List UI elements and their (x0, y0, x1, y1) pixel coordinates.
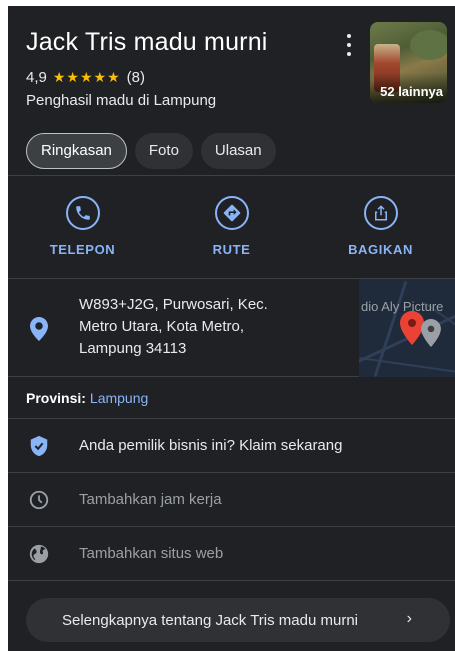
province-key: Provinsi: (26, 389, 86, 406)
add-website-text: Tambahkan situs web (79, 545, 224, 562)
province-row: Provinsi: Lampung (8, 377, 455, 419)
map-pin-gray-icon (421, 319, 441, 347)
clock-icon (28, 489, 50, 511)
verified-shield-icon (28, 435, 50, 457)
call-button[interactable]: TELEPON (8, 176, 157, 278)
photo-thumbnail[interactable]: 52 lainnya (370, 22, 447, 103)
location-pin-icon (30, 317, 48, 346)
claim-business-row[interactable]: Anda pemilik bisnis ini? Klaim sekarang (8, 419, 455, 473)
share-label: BAGIKAN (348, 242, 413, 257)
phone-icon (65, 196, 100, 230)
tab-ringkasan[interactable]: Ringkasan (26, 132, 127, 169)
tab-bar: Ringkasan Foto Ulasan (8, 126, 455, 176)
add-hours-row[interactable]: Tambahkan jam kerja (8, 473, 455, 527)
tab-ulasan[interactable]: Ulasan (200, 132, 276, 169)
address-line: Metro Utara, Kota Metro, (79, 318, 245, 335)
rating-stars: ★★★★★ (52, 69, 121, 85)
add-website-row[interactable]: Tambahkan situs web (8, 527, 455, 581)
add-hours-text: Tambahkan jam kerja (79, 491, 222, 508)
more-about-label: Selengkapnya tentang Jack Tris madu murn… (62, 611, 358, 629)
address-line: W893+J2G, Purwosari, Kec. (79, 296, 268, 313)
review-count: (8) (126, 69, 145, 86)
claim-business-text: Anda pemilik bisnis ini? Klaim sekarang (79, 437, 343, 454)
share-icon (363, 196, 398, 230)
call-label: TELEPON (49, 242, 116, 257)
more-options-icon[interactable] (341, 34, 357, 56)
province-link[interactable]: Lampung (90, 390, 148, 406)
rating-value: 4,9 (26, 69, 47, 86)
address-line: Lampung 34113 (79, 340, 187, 357)
directions-button[interactable]: RUTE (157, 176, 306, 278)
map-thumbnail[interactable]: dio Aly Picture (359, 279, 455, 377)
chevron-right-icon: › (406, 610, 412, 627)
address-text: W893+J2G, Purwosari, Kec. Metro Utara, K… (79, 294, 339, 360)
place-header: Jack Tris madu murni 4,9 ★★★★★ (8) Pengh… (8, 6, 455, 126)
share-button[interactable]: BAGIKAN (306, 176, 455, 278)
directions-label: RUTE (212, 242, 251, 257)
directions-icon (214, 196, 249, 230)
globe-icon (28, 543, 50, 565)
place-panel: Jack Tris madu murni 4,9 ★★★★★ (8) Pengh… (8, 6, 455, 651)
action-bar: TELEPON RUTE BAGIKAN (8, 176, 455, 279)
tab-foto[interactable]: Foto (134, 132, 193, 169)
photos-more-label: 52 lainnya (380, 84, 443, 99)
more-about-button[interactable]: Selengkapnya tentang Jack Tris madu murn… (26, 598, 450, 642)
address-row[interactable]: W893+J2G, Purwosari, Kec. Metro Utara, K… (8, 279, 455, 377)
